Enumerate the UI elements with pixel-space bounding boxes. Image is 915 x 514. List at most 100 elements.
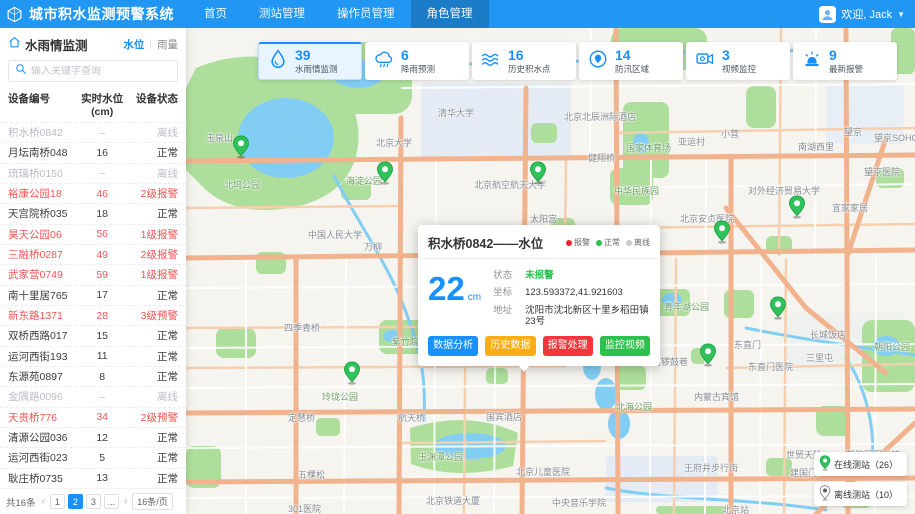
popup-button-3[interactable]: 监控视频 [600, 336, 650, 356]
page-button-3[interactable]: 3 [86, 494, 101, 509]
popup-button-1[interactable]: 历史数据 [485, 336, 535, 356]
station-name: 积水桥0842 [8, 125, 76, 140]
map-pin-online[interactable] [343, 361, 361, 385]
search-input[interactable] [31, 66, 171, 77]
stat-value: 3 [722, 48, 756, 64]
map-place-label: 内蒙古宾馆 [694, 390, 739, 403]
water-level: – [76, 167, 128, 179]
map-place-label: 望京SOHO [874, 131, 915, 144]
stat-card-2[interactable]: 16历史积水点 [472, 42, 576, 80]
table-row[interactable]: 天宫院桥03518正常 [0, 203, 186, 223]
column-header-0: 设备编号 [8, 91, 76, 118]
table-row[interactable]: 月坛南桥04816正常 [0, 142, 186, 162]
map-pin-online[interactable] [788, 195, 806, 219]
popup-button-2[interactable]: 报警处理 [543, 336, 593, 356]
next-page-button[interactable]: › [122, 496, 129, 507]
water-level: 17 [76, 289, 128, 301]
map-place-label: 北京儿童医院 [516, 465, 570, 478]
table-row[interactable]: 裕康公园18462级报警 [0, 183, 186, 203]
table-row[interactable]: 新东路1371283级预警 [0, 305, 186, 325]
user-avatar [819, 6, 836, 23]
table-row[interactable]: 运河西街0235正常 [0, 447, 186, 467]
main-nav: 首页测站管理操作员管理角色管理 [188, 0, 489, 28]
water-level: 13 [76, 472, 128, 484]
station-name: 天贵桥776 [8, 410, 76, 425]
table-row[interactable]: 三融桥0287492级报警 [0, 244, 186, 264]
page-button-1[interactable]: 1 [50, 494, 65, 509]
tab-0[interactable]: 水位 [123, 37, 144, 52]
station-name: 裕康公园18 [8, 186, 76, 201]
map-place-label: 小营 [721, 127, 739, 140]
station-name: 昊天公园06 [8, 227, 76, 242]
tab-1[interactable]: 雨量 [157, 37, 178, 52]
water-level: 56 [76, 228, 128, 240]
legend-card-offline[interactable]: 离线测站（10） [814, 482, 907, 506]
popup-button-0[interactable]: 数据分析 [428, 336, 478, 356]
water-level: 28 [76, 310, 128, 322]
table-row[interactable]: 东源苑08978正常 [0, 366, 186, 386]
legend-card-label: 在线测站（26） [834, 458, 898, 471]
nav-item-2[interactable]: 操作员管理 [321, 0, 411, 28]
station-name: 月坛南桥048 [8, 145, 76, 160]
status-badge: 2级报警 [128, 247, 178, 262]
stat-card-1[interactable]: 6降雨预测 [365, 42, 469, 80]
stat-text: 14防汛区域 [615, 48, 649, 74]
table-row[interactable]: 天贵桥776342级预警 [0, 407, 186, 427]
table-row[interactable]: 耿庄桥073513正常 [0, 468, 186, 488]
legend-label: 报警 [574, 237, 590, 248]
field-label: 地址 [493, 305, 517, 328]
map-pin-online[interactable] [232, 135, 250, 159]
page-button-2[interactable]: 2 [68, 494, 83, 509]
station-name: 琉璃桥0150 [8, 166, 76, 181]
stat-card-4[interactable]: 3视频监控 [686, 42, 790, 80]
table-row[interactable]: 运河西街19311正常 [0, 346, 186, 366]
table-row[interactable]: 南十里居76517正常 [0, 285, 186, 305]
status-badge: 1级报警 [128, 267, 178, 282]
water-level: 8 [76, 371, 128, 383]
map-pin-online[interactable] [699, 343, 717, 367]
stat-card-5[interactable]: 9最新报警 [793, 42, 897, 80]
status-badge: 正常 [128, 328, 178, 343]
table-row[interactable]: 昊天公园06561级报警 [0, 224, 186, 244]
legend-item-2: 离线 [626, 237, 650, 248]
table-row[interactable]: 双桥西路01715正常 [0, 325, 186, 345]
stat-label: 降雨预测 [401, 65, 435, 75]
nav-item-1[interactable]: 测站管理 [243, 0, 321, 28]
user-greeting: 欢迎, Jack [841, 6, 892, 22]
legend-dot-icon [566, 240, 572, 246]
table-row[interactable]: 武家营0749591级报警 [0, 264, 186, 284]
map-place-label: 亚运村 [678, 135, 705, 148]
map-place-label: 朝阳公园 [874, 340, 910, 353]
popup-header: 积水桥0842——水位 报警正常离线 [418, 225, 660, 259]
page-ellipsis[interactable]: ... [104, 494, 119, 509]
map-pin-online[interactable] [769, 296, 787, 320]
map-pin-online[interactable] [529, 161, 547, 185]
stat-label: 最新报警 [829, 65, 863, 75]
prev-page-button[interactable]: ‹ [40, 496, 47, 507]
nav-item-3[interactable]: 角色管理 [411, 0, 489, 28]
table-row[interactable]: 清源公园03612正常 [0, 427, 186, 447]
legend-label: 离线 [634, 237, 650, 248]
map-place-label: 玲珑公园 [322, 390, 358, 403]
field-label: 状态 [493, 270, 517, 281]
pin-online-icon [819, 455, 831, 473]
water-level: 59 [76, 269, 128, 281]
map-pin-online[interactable] [713, 220, 731, 244]
user-area[interactable]: 欢迎, Jack ▼ [819, 6, 915, 23]
table-row[interactable]: 金隅路0096–离线 [0, 386, 186, 406]
map-place-label: 中国人民大学 [308, 228, 362, 241]
table-row[interactable]: 琉璃桥0150–离线 [0, 163, 186, 183]
water-level: 5 [76, 452, 128, 464]
stat-card-0[interactable]: 39水雨情监测 [258, 42, 362, 80]
page-size-select[interactable]: 16条/页 [132, 493, 173, 510]
map-place-label: 四季青桥 [284, 321, 320, 334]
water-level: 18 [76, 208, 128, 220]
legend-card-online[interactable]: 在线测站（26） [814, 452, 907, 476]
stat-card-3[interactable]: 14防汛区域 [579, 42, 683, 80]
map-area[interactable]: 玉泉山北坞公园海淀公园北京大学清华大学中国人民大学万柳北京航空航天大学太阳宫北京… [186, 28, 915, 514]
table-row[interactable]: 积水桥0842–离线 [0, 122, 186, 142]
nav-item-0[interactable]: 首页 [188, 0, 243, 28]
map-place-label: 三里屯 [806, 351, 833, 364]
water-level: 15 [76, 330, 128, 342]
map-pin-online[interactable] [376, 161, 394, 185]
